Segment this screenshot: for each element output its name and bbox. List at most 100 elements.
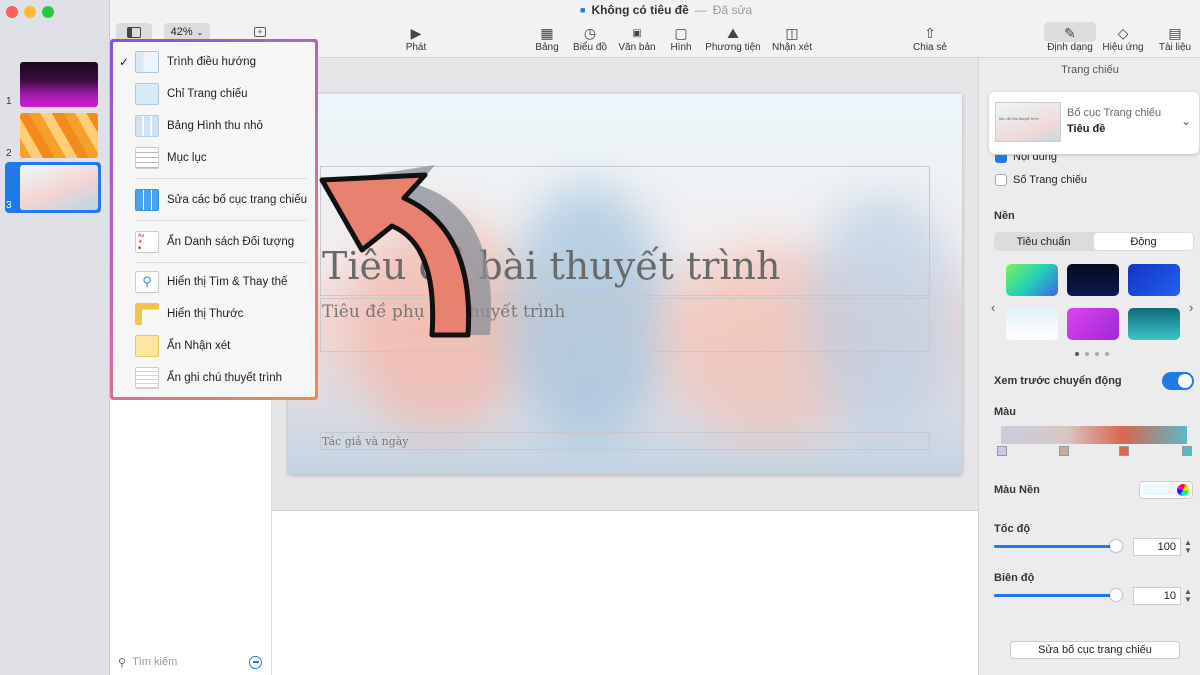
menu-item-edit-layouts[interactable]: Sửa các bố cục trang chiếu bbox=[113, 186, 311, 214]
view-menu-body: ✓ Trình điều hướng Chỉ Trang chiếu Bảng … bbox=[113, 42, 315, 397]
close-window-button[interactable] bbox=[6, 6, 18, 18]
ruler-icon bbox=[135, 303, 159, 325]
edit-status: Đã sửa bbox=[712, 3, 753, 17]
shape-button[interactable]: ▢ Hình bbox=[666, 24, 696, 54]
play-icon: ▶ bbox=[410, 24, 422, 41]
layout-thumbnail: Tiêu đề bài thuyết trình bbox=[995, 102, 1061, 142]
content-checkbox-row[interactable]: Nội dung bbox=[995, 155, 1057, 163]
background-swatch[interactable] bbox=[1006, 308, 1058, 340]
presenter-notes-area[interactable] bbox=[272, 510, 978, 675]
layout-value: Tiêu đề bbox=[1067, 123, 1106, 135]
navigator-search[interactable]: ⚲ Tìm kiếm bbox=[112, 653, 268, 671]
color-stop[interactable] bbox=[1119, 446, 1129, 456]
color-stop[interactable] bbox=[1059, 446, 1069, 456]
document-icon: ▤ bbox=[1168, 24, 1182, 41]
menu-item-object-list[interactable]: Ẩn Danh sách Đối tượng bbox=[113, 228, 311, 256]
menu-item-presenter-notes[interactable]: Ẩn ghi chú thuyết trình bbox=[113, 364, 311, 392]
chevron-right-icon[interactable]: › bbox=[1189, 300, 1193, 315]
menu-item-outline[interactable]: Mục lục bbox=[113, 144, 311, 172]
tab-dynamic[interactable]: Động bbox=[1094, 233, 1193, 250]
document-button[interactable]: ▤ Tài liệu bbox=[1154, 24, 1196, 54]
slide-number-checkbox[interactable] bbox=[995, 174, 1007, 186]
slide-only-icon bbox=[135, 83, 159, 105]
background-swatch[interactable] bbox=[1006, 264, 1058, 296]
menu-item-label: Trình điều hướng bbox=[167, 56, 256, 68]
background-swatch[interactable] bbox=[1067, 264, 1119, 296]
animate-button[interactable]: ◇ Hiệu ứng bbox=[1100, 24, 1146, 54]
share-button[interactable]: ⇧ Chia sẻ bbox=[910, 24, 950, 54]
amplitude-slider[interactable] bbox=[994, 589, 1122, 601]
table-button[interactable]: ▦ Bảng bbox=[530, 24, 564, 54]
background-swatch[interactable] bbox=[1128, 264, 1180, 296]
shape-icon: ▢ bbox=[674, 24, 688, 41]
author-placeholder[interactable] bbox=[320, 432, 930, 450]
amplitude-input[interactable]: 10 bbox=[1133, 587, 1181, 605]
menu-item-ruler[interactable]: Hiển thị Thước bbox=[113, 300, 311, 328]
menu-item-label: Hiển thị Thước bbox=[167, 308, 244, 320]
annotation-arrow bbox=[319, 165, 492, 338]
slide-list: 1 2 3 bbox=[0, 0, 110, 675]
table-label: Bảng bbox=[535, 42, 559, 53]
bg-color-well[interactable] bbox=[1139, 481, 1193, 499]
preview-motion-toggle[interactable] bbox=[1162, 372, 1194, 390]
text-button[interactable]: ▣ Văn bản bbox=[616, 24, 658, 54]
slide-thumbnail-3[interactable] bbox=[20, 165, 98, 210]
tab-standard[interactable]: Tiêu chuẩn bbox=[994, 232, 1093, 251]
add-slide-icon: + bbox=[254, 27, 266, 37]
slide-number-label: Số Trang chiếu bbox=[1013, 174, 1087, 186]
speed-slider[interactable] bbox=[994, 540, 1122, 552]
slide-author[interactable]: Tác giả và ngày bbox=[322, 435, 408, 448]
chevron-left-icon[interactable]: ‹ bbox=[991, 300, 995, 315]
color-gradient-bar[interactable] bbox=[1001, 426, 1187, 444]
play-button[interactable]: ▶ Phát bbox=[396, 24, 436, 54]
comments-icon bbox=[135, 335, 159, 357]
zoom-value: 42% bbox=[170, 26, 193, 38]
page-dot[interactable] bbox=[1105, 352, 1109, 356]
menu-item-find-replace[interactable]: ⚲ Hiển thị Tìm & Thay thế bbox=[113, 268, 311, 296]
slide-number: 1 bbox=[6, 96, 12, 107]
background-swatch[interactable] bbox=[1128, 308, 1180, 340]
speed-input[interactable]: 100 bbox=[1133, 538, 1181, 556]
edit-slide-layout-button[interactable]: Sửa bố cục trang chiếu bbox=[1010, 641, 1180, 659]
menu-item-navigator[interactable]: ✓ Trình điều hướng bbox=[113, 48, 311, 76]
share-icon: ⇧ bbox=[924, 24, 936, 41]
presenter-notes-icon bbox=[135, 367, 159, 389]
minimize-window-button[interactable] bbox=[24, 6, 36, 18]
background-swatch[interactable] bbox=[1067, 308, 1119, 340]
slide-thumbnail-2[interactable] bbox=[20, 113, 98, 158]
slide-number: 3 bbox=[6, 200, 12, 211]
menu-separator bbox=[135, 178, 307, 179]
speed-label: Tốc độ bbox=[994, 523, 1031, 535]
comment-button[interactable]: ◫ Nhận xét bbox=[770, 24, 814, 54]
slide-thumbnail-1[interactable] bbox=[20, 62, 98, 107]
zoom-window-button[interactable] bbox=[42, 6, 54, 18]
document-title[interactable]: Không có tiêu đề bbox=[591, 3, 688, 17]
menu-item-slide-only[interactable]: Chỉ Trang chiếu bbox=[113, 80, 311, 108]
menu-item-light-table[interactable]: Bảng Hình thu nhỏ bbox=[113, 112, 311, 140]
document-label: Tài liệu bbox=[1158, 42, 1192, 53]
page-dot[interactable] bbox=[1095, 352, 1099, 356]
speed-stepper[interactable]: ▲ ▼ bbox=[1184, 539, 1192, 555]
page-dot[interactable] bbox=[1085, 352, 1089, 356]
menu-item-comments[interactable]: Ẩn Nhận xét bbox=[113, 332, 311, 360]
content-checkbox[interactable] bbox=[995, 155, 1007, 163]
light-table-icon bbox=[135, 115, 159, 137]
comment-label: Nhận xét bbox=[771, 42, 813, 53]
amplitude-stepper[interactable]: ▲ ▼ bbox=[1184, 588, 1192, 604]
slide-number-row[interactable]: Số Trang chiếu bbox=[995, 174, 1087, 186]
color-stop[interactable] bbox=[1182, 446, 1192, 456]
page-dot[interactable] bbox=[1075, 352, 1079, 356]
inspector-header: Trang chiếu bbox=[1061, 64, 1119, 76]
format-button[interactable]: ✎ Định dạng bbox=[1044, 24, 1096, 54]
chart-button[interactable]: ◷ Biểu đồ bbox=[570, 24, 610, 54]
slide-number: 2 bbox=[6, 148, 12, 159]
text-label: Văn bản bbox=[618, 42, 656, 53]
document-icon: ■ bbox=[580, 5, 586, 15]
menu-item-label: Mục lục bbox=[167, 152, 207, 164]
content-label: Nội dung bbox=[1013, 155, 1058, 163]
search-input[interactable]: Tìm kiếm bbox=[132, 656, 243, 668]
media-button[interactable]: ⛰ Phương tiện bbox=[704, 24, 762, 54]
filter-icon[interactable] bbox=[249, 655, 262, 669]
slide-layout-selector[interactable]: Tiêu đề bài thuyết trình Bố cục Trang ch… bbox=[989, 92, 1199, 154]
color-stop[interactable] bbox=[997, 446, 1007, 456]
